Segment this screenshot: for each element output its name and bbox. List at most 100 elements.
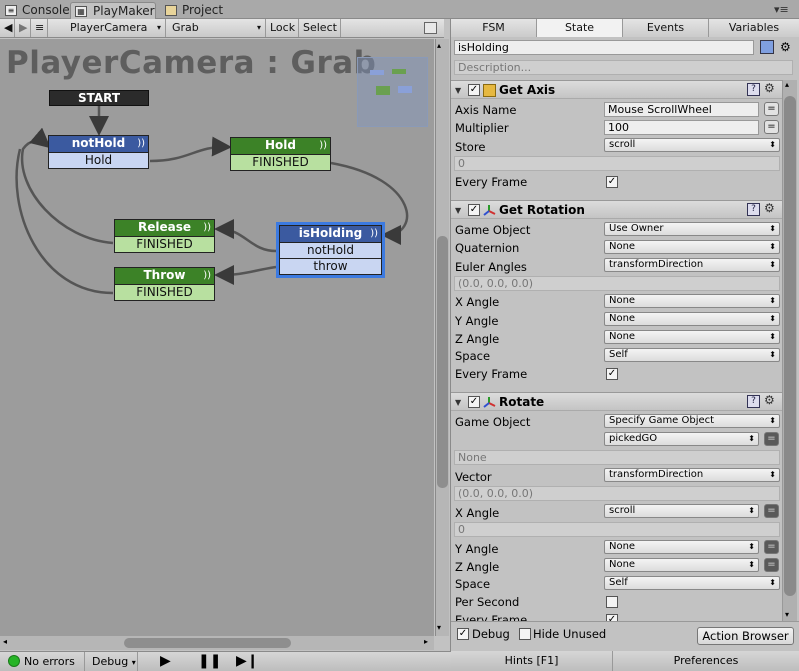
space-select[interactable]: Self ⬍ bbox=[604, 348, 780, 362]
state-node-throw[interactable]: Throw)) FINISHED bbox=[114, 267, 215, 301]
variable-toggle-icon[interactable]: = bbox=[764, 540, 779, 554]
every-frame-checkbox[interactable]: ✓ bbox=[606, 614, 618, 621]
variable-toggle-icon[interactable]: = bbox=[764, 120, 779, 134]
y-angle-select[interactable]: None ⬍ bbox=[604, 312, 780, 326]
action-header-rotate[interactable]: ▼ ✓ Rotate ? ⚙ bbox=[451, 392, 782, 411]
step-icon[interactable]: ▶❙ bbox=[236, 653, 259, 669]
help-icon[interactable]: ? bbox=[747, 395, 760, 408]
preferences-button[interactable]: Preferences bbox=[613, 651, 799, 671]
play-icon[interactable]: ▶ bbox=[160, 653, 171, 669]
action-enabled-checkbox[interactable]: ✓ bbox=[468, 204, 480, 216]
scroll-thumb[interactable] bbox=[437, 236, 448, 488]
select-button[interactable]: Select bbox=[299, 19, 341, 37]
game-object-variable-select[interactable]: pickedGO ⬍ bbox=[604, 432, 759, 446]
euler-angles-select[interactable]: transformDirection ⬍ bbox=[604, 258, 780, 272]
variable-toggle-icon[interactable]: = bbox=[764, 432, 779, 446]
tab-project[interactable]: Project bbox=[160, 2, 229, 19]
window-menu-icon[interactable]: ▾≡ bbox=[774, 3, 789, 16]
collapse-triangle-icon[interactable]: ▼ bbox=[455, 398, 461, 407]
state-name-input[interactable]: isHolding bbox=[454, 40, 754, 55]
scroll-up-icon[interactable]: ▴ bbox=[437, 41, 441, 50]
every-frame-checkbox[interactable]: ✓ bbox=[606, 368, 618, 380]
space-select-value: Self bbox=[609, 349, 628, 360]
help-icon[interactable]: ? bbox=[747, 203, 760, 216]
scroll-thumb[interactable] bbox=[784, 96, 796, 596]
transition-row[interactable]: FINISHED bbox=[115, 236, 214, 252]
transition-row[interactable]: throw bbox=[280, 258, 381, 274]
action-enabled-checkbox[interactable]: ✓ bbox=[468, 84, 480, 96]
state-node-isholding[interactable]: isHolding)) notHold throw bbox=[276, 222, 385, 278]
help-icon[interactable]: ? bbox=[747, 83, 760, 96]
inspector-scrollbar[interactable]: ▴ ▾ bbox=[782, 80, 797, 621]
space-select[interactable]: Self ⬍ bbox=[604, 576, 780, 590]
transition-row[interactable]: FINISHED bbox=[115, 284, 214, 300]
action-browser-button[interactable]: Action Browser bbox=[697, 627, 794, 645]
state-color-swatch[interactable] bbox=[760, 40, 774, 54]
scroll-up-icon[interactable]: ▴ bbox=[785, 80, 789, 89]
tab-variables[interactable]: Variables bbox=[709, 19, 799, 37]
variable-toggle-icon[interactable]: = bbox=[764, 504, 779, 518]
fsm-graph-view[interactable]: PlayerCamera : Grab START notHold)) Hold… bbox=[0, 39, 434, 636]
tab-console[interactable]: ≡ Console bbox=[0, 2, 76, 19]
graph-vertical-scrollbar[interactable]: ▴ ▾ bbox=[435, 39, 449, 636]
collapse-triangle-icon[interactable]: ▼ bbox=[455, 206, 461, 215]
scroll-down-icon[interactable]: ▾ bbox=[785, 610, 789, 619]
axis-name-input[interactable]: Mouse ScrollWheel bbox=[604, 102, 759, 117]
state-node-release[interactable]: Release)) FINISHED bbox=[114, 219, 215, 253]
quaternion-select[interactable]: None ⬍ bbox=[604, 240, 780, 254]
menu-icon[interactable]: ≡ bbox=[31, 19, 48, 37]
dropdown-arrow-icon: ⬍ bbox=[769, 470, 776, 479]
per-second-checkbox[interactable] bbox=[606, 596, 618, 608]
action-header-get-rotation[interactable]: ▼ ✓ Get Rotation ? ⚙ bbox=[451, 200, 782, 219]
scroll-down-icon[interactable]: ▾ bbox=[437, 623, 441, 632]
collapse-triangle-icon[interactable]: ▼ bbox=[455, 86, 461, 95]
gear-icon[interactable]: ⚙ bbox=[764, 81, 775, 95]
gear-icon[interactable]: ⚙ bbox=[780, 40, 791, 54]
scroll-thumb[interactable] bbox=[124, 638, 291, 648]
pause-icon[interactable]: ❚❚ bbox=[198, 653, 221, 669]
x-angle-select[interactable]: None ⬍ bbox=[604, 294, 780, 308]
multiplier-input[interactable]: 100 bbox=[604, 120, 759, 135]
scroll-left-icon[interactable]: ◂ bbox=[3, 637, 7, 646]
lock-button[interactable]: Lock bbox=[266, 19, 299, 37]
hints-button[interactable]: Hints [F1] bbox=[451, 651, 613, 671]
state-select[interactable]: Grab ▾ bbox=[166, 19, 266, 37]
debug-checkbox[interactable]: ✓ bbox=[457, 628, 469, 640]
hide-unused-checkbox[interactable] bbox=[519, 628, 531, 640]
game-object-select[interactable]: Specify Game Object ⬍ bbox=[604, 414, 780, 428]
variable-toggle-icon[interactable]: = bbox=[764, 558, 779, 572]
scroll-right-icon[interactable]: ▸ bbox=[424, 637, 428, 646]
error-count[interactable]: No errors bbox=[24, 655, 75, 668]
vector-select[interactable]: transformDirection ⬍ bbox=[604, 468, 780, 482]
tab-fsm[interactable]: FSM bbox=[451, 19, 537, 37]
forward-arrow-icon[interactable]: ▶ bbox=[15, 19, 31, 37]
transition-arrows-icon: )) bbox=[370, 228, 378, 239]
tab-playmaker[interactable]: ▦ PlayMaker bbox=[70, 2, 156, 19]
dropdown-arrow-icon: ⬍ bbox=[769, 224, 776, 233]
tab-state[interactable]: State bbox=[537, 19, 623, 37]
y-angle-select[interactable]: None ⬍ bbox=[604, 540, 759, 554]
transition-row[interactable]: notHold bbox=[280, 242, 381, 258]
action-enabled-checkbox[interactable]: ✓ bbox=[468, 396, 480, 408]
every-frame-checkbox[interactable]: ✓ bbox=[606, 176, 618, 188]
action-header-get-axis[interactable]: ▼ ✓ Get Axis ? ⚙ bbox=[451, 80, 782, 99]
variable-toggle-icon[interactable]: = bbox=[764, 102, 779, 116]
store-select[interactable]: scroll ⬍ bbox=[604, 138, 780, 152]
state-node-nothold[interactable]: notHold)) Hold bbox=[48, 135, 149, 169]
graph-horizontal-scrollbar[interactable]: ◂ ▸ bbox=[0, 636, 434, 650]
game-object-select[interactable]: Use Owner ⬍ bbox=[604, 222, 780, 236]
gear-icon[interactable]: ⚙ bbox=[764, 201, 775, 215]
transition-row[interactable]: Hold bbox=[49, 152, 148, 168]
tab-events[interactable]: Events bbox=[623, 19, 709, 37]
back-arrow-icon[interactable]: ◀ bbox=[0, 19, 15, 37]
debug-select[interactable]: Debug ▾ bbox=[84, 652, 138, 671]
graph-settings-icon[interactable] bbox=[424, 22, 437, 34]
transition-row[interactable]: FINISHED bbox=[231, 154, 330, 170]
z-angle-select[interactable]: None ⬍ bbox=[604, 330, 780, 344]
x-angle-select[interactable]: scroll ⬍ bbox=[604, 504, 759, 518]
gear-icon[interactable]: ⚙ bbox=[764, 393, 775, 407]
state-node-hold[interactable]: Hold)) FINISHED bbox=[230, 137, 331, 171]
description-input[interactable]: Description... bbox=[454, 60, 793, 75]
fsm-select[interactable]: PlayerCamera ▾ bbox=[48, 19, 166, 37]
z-angle-select[interactable]: None ⬍ bbox=[604, 558, 759, 572]
